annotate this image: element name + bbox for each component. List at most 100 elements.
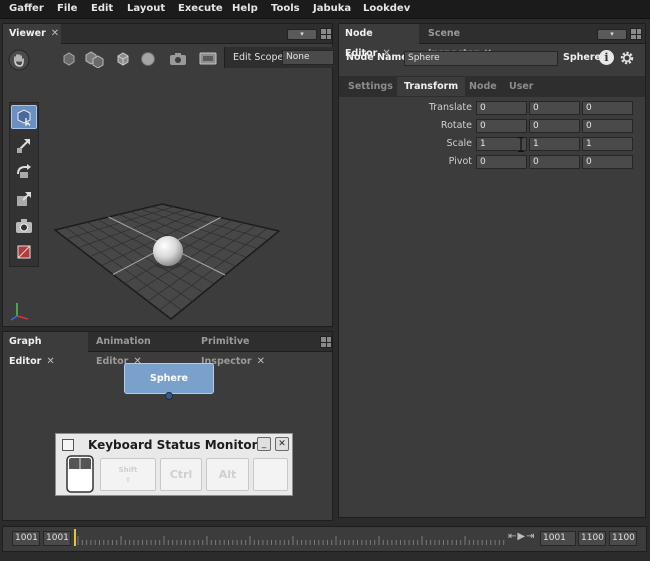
grid-layout-icon[interactable] xyxy=(630,28,642,40)
skip-start-icon[interactable]: ⇤ xyxy=(508,531,517,542)
viewer-panel: Viewer ✕ ▾ Edit Scope None xyxy=(2,23,334,327)
sphere-object[interactable] xyxy=(153,236,183,266)
subtab-settings[interactable]: Settings xyxy=(341,77,400,96)
expand-selection-icon[interactable] xyxy=(61,51,77,70)
close-button[interactable]: ✕ xyxy=(275,437,289,451)
graph-editor-tab-bar: Graph Editor ✕ Animation Editor ✕ Primitiv… xyxy=(3,332,332,367)
display-icon[interactable] xyxy=(199,51,217,70)
scale-tool[interactable] xyxy=(11,187,37,211)
param-field[interactable]: 0 xyxy=(582,101,633,115)
full-expand-icon[interactable] xyxy=(83,50,105,71)
tab-primitive-inspector[interactable]: Primitive Inspector ✕ xyxy=(195,332,313,367)
sphere-shading-icon[interactable] xyxy=(140,51,156,70)
close-icon[interactable]: ✕ xyxy=(46,356,54,367)
grid-layout-icon[interactable] xyxy=(320,336,332,348)
text-cursor-icon xyxy=(518,137,524,152)
shift-key: Shift ⇧ xyxy=(100,458,156,491)
node-editor-panel: Node Editor✕ Scene Inspector✕ ▾ Node Nam… xyxy=(338,23,646,518)
menu-edit[interactable]: Edit xyxy=(91,3,113,14)
tab-viewer[interactable]: Viewer ✕ xyxy=(3,24,61,44)
crop-window-tool[interactable] xyxy=(11,240,37,264)
current-frame-field[interactable]: 1001 xyxy=(540,531,576,546)
param-label: Pivot xyxy=(448,156,472,167)
layout-menu-button[interactable]: ▾ xyxy=(287,29,317,40)
translate-arrow-icon xyxy=(17,139,30,153)
hand-tool-icon[interactable] xyxy=(8,49,30,74)
gear-icon[interactable] xyxy=(619,50,635,66)
menu-lookdev[interactable]: Lookdev xyxy=(363,3,410,14)
param-field[interactable]: 0 xyxy=(476,119,527,133)
viewport-grid[interactable] xyxy=(49,174,289,334)
rotate-icon xyxy=(17,164,31,178)
menu-bar: Gaffer File Edit Layout Execute Help Too… xyxy=(0,0,650,19)
translate-tool[interactable] xyxy=(11,133,37,157)
menu-execute[interactable]: Execute xyxy=(178,3,223,14)
param-field[interactable]: 0 xyxy=(476,155,527,169)
window-icon xyxy=(62,439,74,451)
menu-help[interactable]: Help xyxy=(232,3,258,14)
param-field[interactable]: 0 xyxy=(529,119,580,133)
skip-end-icon[interactable]: ⇥ xyxy=(526,531,535,542)
subtab-user[interactable]: User xyxy=(502,77,541,96)
ctrl-key: Ctrl xyxy=(160,458,202,491)
crop-window-icon xyxy=(17,245,31,259)
playback-controls[interactable]: ⇤▶⇥ xyxy=(508,531,535,542)
camera-tool[interactable] xyxy=(11,214,37,238)
close-icon[interactable]: ✕ xyxy=(257,356,265,367)
sphere-node[interactable]: Sphere xyxy=(124,363,214,394)
param-field[interactable]: 0 xyxy=(582,155,633,169)
minimize-button[interactable]: _ xyxy=(257,437,271,451)
info-icon[interactable]: i xyxy=(599,50,614,65)
node-output-plug[interactable] xyxy=(165,392,173,400)
menu-gaffer[interactable]: Gaffer xyxy=(9,3,44,14)
edit-scope-label: Edit Scope xyxy=(233,52,284,63)
selection-tool[interactable] xyxy=(11,105,37,129)
alt-key: Alt xyxy=(206,458,249,491)
node-editor-tab-bar: Node Editor✕ Scene Inspector✕ ▾ xyxy=(339,24,645,59)
window-title: Keyboard Status Monitor xyxy=(88,438,258,452)
param-field[interactable]: 0 xyxy=(582,119,633,133)
subtab-transform[interactable]: Transform xyxy=(397,77,466,96)
tab-viewer-label: Viewer xyxy=(9,28,46,39)
param-field[interactable]: 0 xyxy=(476,101,527,115)
shift-key-label: Shift xyxy=(118,466,138,474)
range-end-field[interactable]: 1100 xyxy=(609,531,637,546)
menu-jabuka[interactable]: Jabuka xyxy=(313,3,351,14)
menu-layout[interactable]: Layout xyxy=(127,3,165,14)
end-frame-field[interactable]: 1100 xyxy=(578,531,606,546)
play-icon[interactable]: ▶ xyxy=(517,531,526,542)
layout-menu-button[interactable]: ▾ xyxy=(597,29,627,40)
tab-graph-editor[interactable]: Graph Editor ✕ xyxy=(3,332,88,367)
param-field[interactable]: 1 xyxy=(582,137,633,151)
current-start-field[interactable]: 1001 xyxy=(43,531,71,546)
param-field[interactable]: 0 xyxy=(529,155,580,169)
scale-icon xyxy=(17,192,31,206)
extra-key xyxy=(253,458,288,491)
tab-animation-editor[interactable]: Animation Editor ✕ xyxy=(90,332,194,367)
select-cube-icon xyxy=(17,109,31,126)
subtab-node[interactable]: Node xyxy=(462,77,504,96)
menu-file[interactable]: File xyxy=(57,3,77,14)
edit-scope-dropdown[interactable]: None xyxy=(282,50,334,65)
param-field[interactable]: 1 xyxy=(529,137,580,151)
start-frame-field[interactable]: 1001 xyxy=(12,531,40,546)
grid-layout-icon[interactable] xyxy=(320,28,332,40)
keyboard-status-monitor-window: Keyboard Status Monitor _ ✕ Shift ⇧ Ctrl … xyxy=(55,433,293,496)
close-icon[interactable]: ✕ xyxy=(51,28,59,39)
node-type-label: Sphere xyxy=(563,52,601,63)
node-name-field[interactable]: Sphere xyxy=(404,51,558,66)
rotate-tool[interactable] xyxy=(11,160,37,184)
shading-mode-icon[interactable] xyxy=(115,51,131,70)
tab-graph-editor-label: Graph Editor xyxy=(9,336,42,367)
param-label: Scale xyxy=(446,138,472,149)
menu-tools[interactable]: Tools xyxy=(271,3,300,14)
tab-node-editor[interactable]: Node Editor ✕ xyxy=(339,24,419,59)
timeline-slider[interactable] xyxy=(74,529,506,547)
tab-scene-inspector[interactable]: Scene Inspector✕ xyxy=(422,24,522,59)
playhead[interactable] xyxy=(74,529,76,546)
param-label: Translate xyxy=(428,102,472,113)
camera-icon[interactable] xyxy=(169,51,187,70)
param-field[interactable]: 0 xyxy=(529,101,580,115)
mouse-icon xyxy=(66,455,94,493)
axis-gizmo-icon xyxy=(10,303,29,321)
